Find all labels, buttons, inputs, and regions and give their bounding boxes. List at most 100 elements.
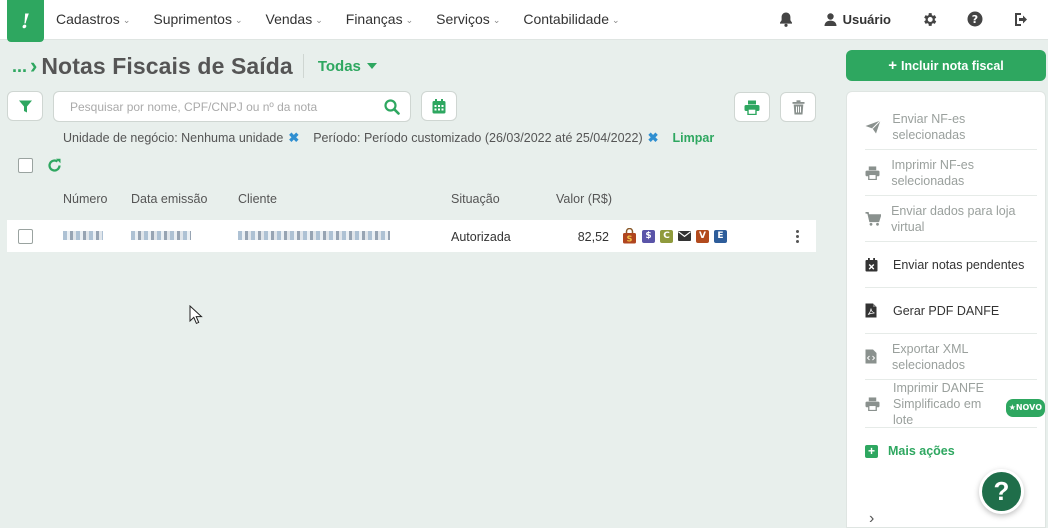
printer-icon [865,165,883,180]
filter-chip-label: Período: Período customizado (26/03/2022… [313,131,643,145]
bell-icon[interactable] [776,9,796,29]
action-label: Enviar dados para loja virtual [891,203,1016,234]
redacted-date [131,231,191,240]
refresh-icon[interactable] [47,158,62,173]
table-row[interactable]: Autorizada 82,52 S $ C V E [7,220,816,252]
v-badge-icon[interactable]: V [696,229,709,243]
send-nfes-action[interactable]: Enviar NF-es selecionadas [865,104,1037,150]
printer-icon [865,396,885,411]
chevron-down-icon: ⌄ [234,14,243,25]
status-text: Autorizada [451,230,511,244]
dollar-badge-icon[interactable]: $ [642,229,655,243]
more-actions-label: Mais ações [888,444,955,458]
user-menu[interactable]: Usuário [824,12,891,27]
help-circle-icon[interactable]: ? [965,9,985,29]
action-label: Gerar PDF DANFE [893,303,1000,318]
chevron-right-icon: › [30,53,38,78]
nav-servicos[interactable]: Serviços ⌄ [436,11,500,27]
action-label: Exportar XML selecionados [892,341,968,372]
funnel-icon [18,100,32,112]
actions-panel: Enviar NF-es selecionadas Imprimir NF-es… [846,91,1046,528]
chevron-down-icon: ⌄ [611,14,620,25]
mouse-cursor-icon [189,305,203,325]
select-all-checkbox[interactable] [18,158,33,173]
status-filter-dropdown[interactable]: Todas [318,58,377,75]
nav-contabilidade[interactable]: Contabilidade ⌄ [523,11,619,27]
envelope-icon[interactable] [678,231,691,241]
paper-plane-icon [865,119,884,134]
shopping-bag-icon[interactable]: S [622,228,637,244]
pdf-file-icon [865,303,885,318]
help-chat-button[interactable]: ? [979,469,1024,514]
nav-cadastros[interactable]: Cadastros ⌄ [56,11,130,27]
new-badge-label: NOVO [1015,403,1042,412]
send-pending-action[interactable]: Enviar notas pendentes [865,242,1037,288]
more-actions-link[interactable]: + Mais ações [865,444,955,458]
redacted-number [63,231,103,240]
breadcrumb[interactable]: ... [12,56,27,77]
export-xml-action[interactable]: Exportar XML selecionados [865,334,1037,380]
row-menu-icon[interactable] [796,230,799,243]
calendar-icon [432,98,446,113]
svg-text:?: ? [972,13,978,26]
c-badge-icon[interactable]: C [660,229,673,243]
plus-square-icon: + [865,444,878,458]
date-range-button[interactable] [421,91,457,121]
chevron-right-icon[interactable]: › [869,510,874,528]
top-right-actions: Usuário ? [776,0,1048,38]
add-invoice-button[interactable]: + Incluir nota fiscal [846,50,1046,81]
nav-vendas[interactable]: Vendas ⌄ [266,11,323,27]
redacted-client [238,231,390,240]
nav-label: Serviços [436,11,490,27]
code-file-icon [865,349,884,364]
search-input[interactable] [70,99,384,114]
value-text: 82,52 [577,230,609,244]
filter-button[interactable] [7,91,43,121]
nav-label: Vendas [265,11,313,27]
logout-icon[interactable] [1012,9,1032,29]
status-filter-label: Todas [317,57,361,75]
active-filters: Unidade de negócio: Nenhuma unidade ✖ Pe… [63,130,714,146]
column-header-cliente[interactable]: Cliente [238,192,277,206]
plus-icon: + [888,57,897,74]
add-invoice-label: Incluir nota fiscal [900,58,1004,73]
user-name: Usuário [842,11,891,27]
top-navbar: ! Cadastros ⌄ Suprimentos ⌄ Vendas ⌄ Finanç… [0,0,1048,42]
shopping-cart-icon [865,211,883,226]
print-danfe-batch-action[interactable]: Imprimir DANFE Simplificado em lote ★NOV… [865,380,1045,428]
column-header-data-emissao[interactable]: Data emissão [131,192,207,206]
clear-filters-link[interactable]: Limpar [673,131,715,145]
generate-pdf-action[interactable]: Gerar PDF DANFE [865,288,1037,334]
nav-label: Contabilidade [523,11,609,27]
remove-filter-icon[interactable]: ✖ [648,130,659,146]
action-label: Imprimir DANFE Simplificado em lote [893,380,984,427]
column-header-numero[interactable]: Número [63,192,107,206]
user-icon [824,12,837,26]
e-badge-icon[interactable]: E [714,229,727,243]
column-header-valor[interactable]: Valor (R$) [556,192,612,206]
chevron-down-icon: ⌄ [122,14,131,25]
search-icon[interactable] [384,98,400,115]
nav-financas[interactable]: Finanças ⌄ [346,11,413,27]
send-store-data-action[interactable]: Enviar dados para loja virtual [865,196,1037,242]
action-label: Imprimir NF-es selecionadas [891,157,974,188]
row-checkbox[interactable] [18,229,33,244]
logo-glyph: ! [21,9,30,33]
chevron-down-icon: ⌄ [405,14,414,25]
page-title: Notas Fiscais de Saída [41,52,293,79]
gear-icon[interactable] [919,9,939,29]
page-header: ... › Notas Fiscais de Saída Todas [12,52,377,80]
delete-button[interactable] [780,92,816,122]
column-header-situacao[interactable]: Situação [451,192,500,206]
new-badge: ★NOVO [1005,399,1045,417]
calendar-x-icon [865,257,885,272]
printer-icon [744,100,760,115]
app-logo[interactable]: ! [7,0,44,42]
search-box [53,91,411,122]
print-nfes-action[interactable]: Imprimir NF-es selecionadas [865,150,1037,196]
chevron-down-icon: ⌄ [315,14,323,25]
remove-filter-icon[interactable]: ✖ [288,130,299,146]
print-button[interactable] [734,92,770,122]
nav-suprimentos[interactable]: Suprimentos ⌄ [153,11,242,27]
star-icon: ★ [1008,403,1016,412]
